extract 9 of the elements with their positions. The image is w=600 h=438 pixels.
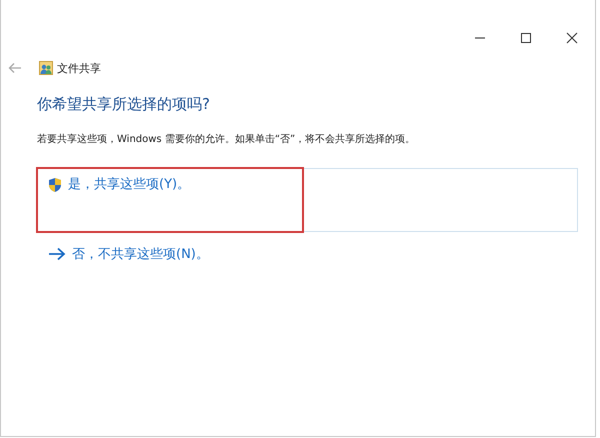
dialog-heading: 你希望共享所选择的项吗? [37,95,211,114]
description-text: 若要共享这些项，Windows 需要你的允许。如果单击“否”，将不会共享所选择的项。 [37,132,416,146]
shield-icon [48,177,62,193]
maximize-icon[interactable] [520,32,532,44]
people-icon [39,61,53,75]
arrow-icon [48,247,66,261]
option-button[interactable]: 否，不共享这些项(N)。 [37,238,578,286]
window-title: 文件共享 [57,60,101,76]
close-icon[interactable] [566,32,578,44]
